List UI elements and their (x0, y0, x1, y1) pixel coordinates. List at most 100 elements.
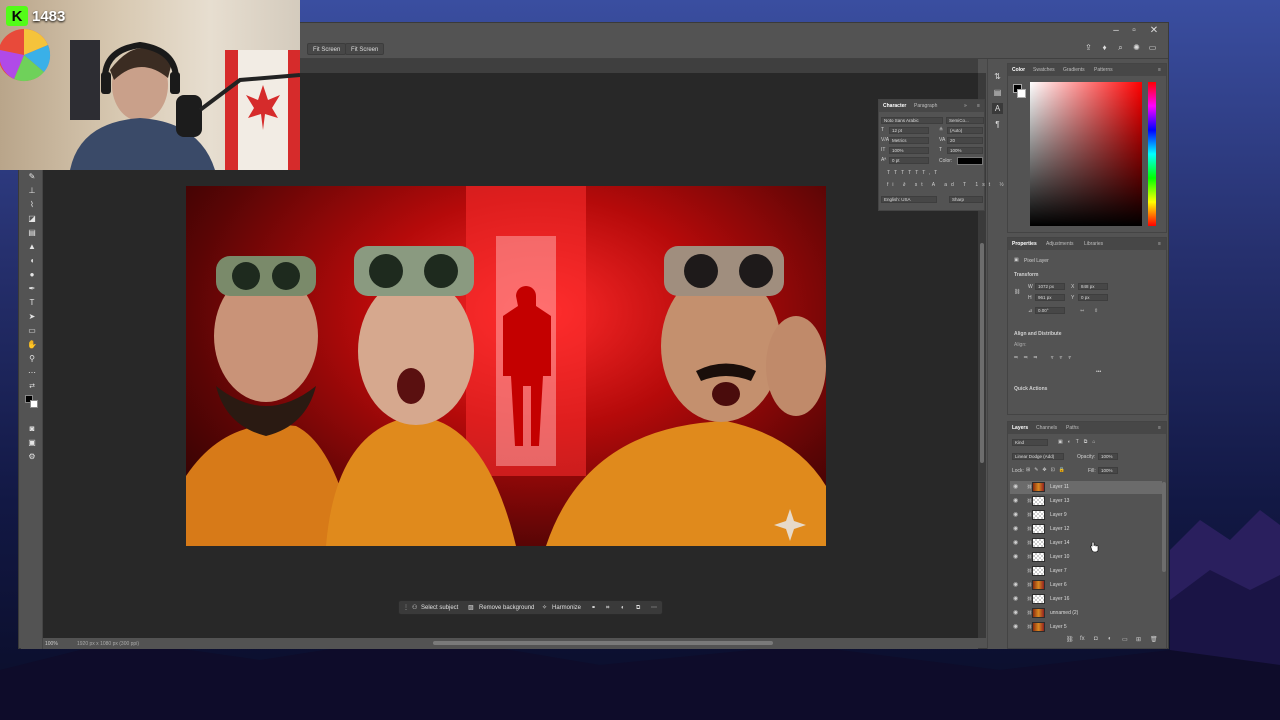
layer-name[interactable]: Layer 14 (1050, 540, 1069, 546)
layer-row[interactable]: ◉ ⛓ Layer 14 (1010, 537, 1162, 550)
layer-thumbnail[interactable] (1032, 580, 1045, 590)
generate-icon[interactable]: ⚭ (591, 604, 596, 613)
layer-thumbnail[interactable] (1032, 524, 1045, 534)
close-icon[interactable]: ✕ (1148, 25, 1160, 36)
remove-background-button[interactable]: Remove background (479, 604, 534, 613)
leading-field[interactable]: (Auto) (947, 127, 983, 134)
layers-scrollbar[interactable] (1162, 482, 1166, 572)
hand-tool-icon[interactable]: ✋ (26, 339, 38, 350)
color-field[interactable] (1030, 82, 1142, 226)
path-selection-icon[interactable]: ➤ (26, 311, 38, 322)
layer-name[interactable]: Layer 5 (1050, 624, 1067, 630)
layer-thumbnail[interactable] (1032, 482, 1045, 492)
opentype-buttons[interactable]: fi ∂ st A ad T 1st ½ (887, 182, 1008, 188)
comments-icon[interactable]: ▤ (992, 87, 1003, 98)
collapse-icon[interactable]: » (964, 103, 967, 109)
visibility-eye-icon[interactable]: ◉ (1013, 483, 1018, 490)
minimize-icon[interactable]: – (1110, 25, 1122, 36)
layer-name[interactable]: Layer 16 (1050, 596, 1069, 602)
tab-channels[interactable]: Channels (1036, 425, 1057, 431)
angle-field[interactable]: 0.00° (1035, 307, 1065, 314)
document-artwork[interactable] (186, 186, 826, 546)
layer-name[interactable]: unnamed (2) (1050, 610, 1078, 616)
layer-thumbnail[interactable] (1032, 594, 1045, 604)
layer-filter-icons[interactable]: ▣◐T⧉⌂ (1058, 439, 1100, 445)
delete-layer-icon[interactable]: 🗑 (1150, 636, 1158, 643)
flip-vertical-icon[interactable]: ⇳ (1094, 308, 1098, 314)
lock-buttons[interactable]: ⊞✎✥⊡🔒 (1026, 467, 1069, 473)
select-subject-button[interactable]: Select subject (421, 604, 458, 613)
workspace-icon[interactable]: ▭ (1147, 42, 1158, 53)
flip-horizontal-icon[interactable]: ⇿ (1080, 308, 1084, 314)
horizontal-scale-field[interactable]: 100% (947, 147, 983, 154)
text-style-buttons[interactable]: TTTTTT,T (887, 170, 941, 176)
align-distribute-section[interactable]: Align and Distribute (1014, 331, 1062, 337)
layer-thumbnail[interactable] (1032, 496, 1045, 506)
tab-libraries[interactable]: Libraries (1084, 241, 1103, 247)
layer-row[interactable]: ◉ ⛓ Layer 12 (1010, 523, 1162, 536)
crop-icon[interactable]: ⌗ (606, 604, 609, 613)
drag-handle-icon[interactable]: ⋮ (403, 604, 409, 613)
tab-properties[interactable]: Properties (1012, 241, 1037, 247)
maximize-icon[interactable]: ▫ (1128, 25, 1140, 36)
kerning-field[interactable]: Metrics (889, 137, 929, 144)
transform-section[interactable]: Transform (1014, 272, 1038, 278)
layer-row[interactable]: ◉ ⛓ Layer 16 (1010, 593, 1162, 606)
tab-paths[interactable]: Paths (1066, 425, 1079, 431)
layer-style-icon[interactable]: fx (1080, 636, 1085, 642)
layer-name[interactable]: Layer 9 (1050, 512, 1067, 518)
tab-adjustments[interactable]: Adjustments (1046, 241, 1074, 247)
blend-mode-select[interactable]: Linear Dodge (Add) (1012, 453, 1064, 460)
link-layers-icon[interactable]: ⛓ (1066, 636, 1074, 643)
layer-name[interactable]: Layer 12 (1050, 526, 1069, 532)
layer-filter-select[interactable]: Kind (1012, 439, 1048, 446)
opacity-field[interactable]: 100% (1098, 453, 1118, 460)
layer-name[interactable]: Layer 10 (1050, 554, 1069, 560)
type-tool-icon[interactable]: T (26, 297, 38, 308)
sponge-tool-icon[interactable]: ● (26, 269, 38, 280)
tab-paragraph[interactable]: Paragraph (914, 103, 937, 109)
blur-tool-icon[interactable]: ▲ (26, 241, 38, 252)
lightbulb-icon[interactable]: ✺ (1131, 42, 1142, 53)
search-icon[interactable]: ⌕ (1115, 42, 1126, 53)
baseline-shift-field[interactable]: 0 pt (889, 157, 929, 164)
layer-name[interactable]: Layer 6 (1050, 582, 1067, 588)
language-select[interactable]: English: USA (881, 196, 937, 203)
screen-mode-icon[interactable]: ▣ (26, 437, 38, 448)
more-align-options[interactable]: ••• (1096, 369, 1101, 375)
add-mask-icon[interactable]: ◘ (1094, 636, 1098, 642)
link-dimensions-icon[interactable]: ⛓ (1014, 289, 1020, 295)
visibility-eye-icon[interactable]: ◉ (1013, 553, 1018, 560)
stamp-tool-icon[interactable]: ⊥ (26, 185, 38, 196)
text-color-swatch[interactable] (957, 157, 983, 165)
y-field[interactable]: 0 px (1078, 294, 1108, 301)
layer-row[interactable]: ◉ ⛓ Layer 10 (1010, 551, 1162, 564)
gradient-tool-icon[interactable]: ▤ (26, 227, 38, 238)
quick-mask-icon[interactable]: ◙ (26, 423, 38, 434)
font-size-field[interactable]: 12 pt (889, 127, 929, 134)
visibility-eye-icon[interactable]: ◉ (1013, 609, 1018, 616)
layer-row[interactable]: ◉ ⛓ Layer 13 (1010, 495, 1162, 508)
transform-icon[interactable]: ⧉ (636, 604, 640, 613)
layer-name[interactable]: Layer 13 (1050, 498, 1069, 504)
character-panel-icon[interactable]: A (992, 103, 1003, 114)
panel-menu-icon[interactable]: ≡ (977, 103, 980, 109)
panel-menu-icon[interactable]: ≡ (1158, 425, 1161, 431)
zoom-tool-icon[interactable]: ⚲ (26, 353, 38, 364)
layer-row[interactable]: ◉ ⛓ Layer 11 (1010, 481, 1162, 494)
visibility-eye-icon[interactable]: ◉ (1013, 497, 1018, 504)
harmonize-button[interactable]: Harmonize (552, 604, 581, 613)
fill-screen-button[interactable]: Fit Screen (345, 43, 385, 55)
fit-screen-button[interactable]: Fit Screen (307, 43, 347, 55)
layer-thumbnail[interactable] (1032, 538, 1045, 548)
layer-row[interactable]: ◉ ⛓ Layer 9 (1010, 509, 1162, 522)
tab-gradients[interactable]: Gradients (1063, 67, 1085, 73)
layer-row[interactable]: ◉ ⛓ unnamed (2) (1010, 607, 1162, 620)
notification-bell-icon[interactable]: ♦ (1099, 42, 1110, 53)
hue-slider[interactable] (1148, 82, 1156, 226)
tab-character[interactable]: Character (883, 103, 906, 109)
width-field[interactable]: 1072 px (1035, 283, 1065, 290)
history-brush-icon[interactable]: ⌇ (26, 199, 38, 210)
visibility-eye-icon[interactable]: ◉ (1013, 539, 1018, 546)
more-options-icon[interactable]: ⋯ (651, 604, 657, 613)
